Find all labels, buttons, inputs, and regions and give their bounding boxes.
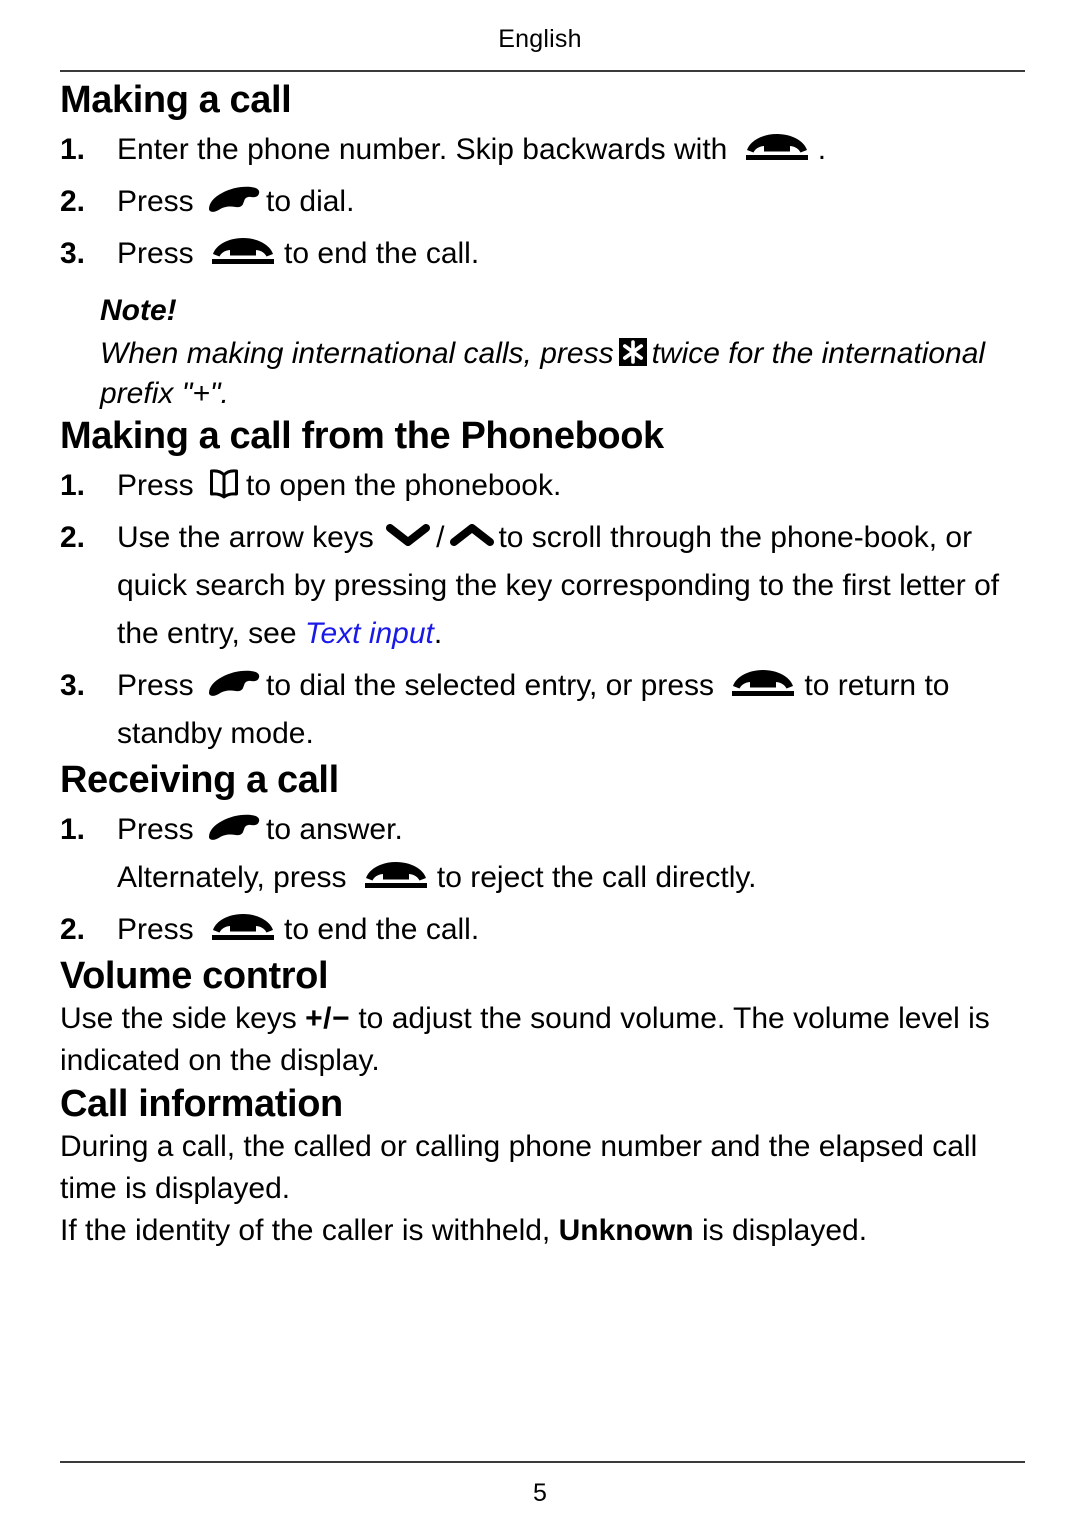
step-text: Enter the phone number. Skip backwards w…: [117, 133, 728, 166]
callinfo-text-before: If the identity of the caller is withhel…: [60, 1214, 551, 1247]
footer-divider: [60, 1461, 1025, 1463]
step-text-suffix: to open the phonebook.: [246, 469, 562, 502]
step-number: 1.: [60, 813, 86, 846]
call-information-paragraph-2: If the identity of the caller is withhel…: [60, 1210, 1028, 1252]
step-text: Use the arrow keys: [117, 521, 374, 554]
note-body: When making international calls, press tw…: [100, 334, 1000, 414]
chevron-up-icon: [450, 524, 495, 546]
step-number: 1.: [60, 133, 86, 166]
list-item: 2. Use the arrow keys / to scroll through…: [60, 514, 1028, 658]
section-title-making-a-call: Making a call: [60, 79, 292, 121]
step-text-suffix: to dial.: [266, 185, 355, 218]
manual-page: English Making a call 1. Enter the phone …: [0, 0, 1080, 1532]
page-header-language: English: [498, 25, 582, 53]
handset-on-hook-icon: [360, 860, 432, 890]
note-title: Note!: [100, 294, 177, 327]
steps-receiving-a-call: 1. Press to answer. Alternately, press to…: [60, 806, 1028, 954]
phonebook-icon: [207, 467, 241, 501]
unknown-label: Unknown: [558, 1214, 694, 1247]
step-number: 3.: [60, 669, 86, 702]
step-text-end: .: [433, 617, 443, 650]
icon-separator: /: [436, 521, 445, 554]
step-text: Press: [117, 813, 194, 846]
section-title-volume-control: Volume control: [60, 955, 329, 997]
list-item: 2. Press to dial.: [60, 178, 1028, 226]
list-item: 2. Press to end the call.: [60, 906, 1028, 954]
callinfo-text-after: is displayed.: [701, 1214, 868, 1247]
handset-off-hook-icon: [206, 185, 262, 215]
step-text: Press: [117, 469, 194, 502]
list-item: 1. Enter the phone number. Skip backwards…: [60, 126, 1028, 174]
step-subline: Alternately, press to reject the call di…: [117, 854, 1028, 902]
step-text-suffix: to end the call.: [284, 913, 480, 946]
step-text: Press: [117, 913, 194, 946]
handset-off-hook-icon: [206, 813, 262, 843]
volume-keys-label: +/−: [305, 1002, 350, 1035]
step-number: 1.: [60, 469, 86, 502]
header-divider: [60, 70, 1025, 72]
steps-phonebook: 1. Press to open the phonebook. 2. Use the…: [60, 462, 1028, 758]
handset-on-hook-icon: [741, 132, 813, 162]
volume-control-paragraph: Use the side keys +/− to adjust the soun…: [60, 998, 1028, 1082]
page-content: Making a call 1. Enter the phone number. …: [60, 78, 1028, 1252]
step-number: 2.: [60, 913, 86, 946]
handset-on-hook-icon: [207, 912, 279, 942]
step-number: 2.: [60, 185, 86, 218]
step-text-suffix: to end the call.: [284, 237, 480, 270]
step-text-mid: to dial the selected entry, or press: [266, 669, 715, 702]
volume-text-before: Use the side keys: [60, 1002, 297, 1035]
step-text: Press: [117, 237, 194, 270]
star-key-icon: [618, 337, 648, 367]
list-item: 1. Press to open the phonebook.: [60, 462, 1028, 510]
list-item: 1. Press to answer. Alternately, press to…: [60, 806, 1028, 902]
step-number: 3.: [60, 237, 86, 270]
note-text-before: When making international calls, press: [100, 337, 614, 370]
subline-text-before: Alternately, press: [117, 861, 347, 894]
list-item: 3. Press to end the call.: [60, 230, 1028, 278]
section-title-making-a-call-from-the-phonebook: Making a call from the Phonebook: [60, 415, 664, 457]
chevron-down-icon: [386, 524, 431, 546]
handset-on-hook-icon: [207, 236, 279, 266]
list-item: 3. Press to dial the selected entry, or p…: [60, 662, 1028, 758]
handset-off-hook-icon: [206, 669, 262, 699]
cross-reference-link-text-input[interactable]: Text input: [305, 617, 434, 650]
call-information-paragraph-1: During a call, the called or calling pho…: [60, 1130, 978, 1205]
section-title-receiving-a-call: Receiving a call: [60, 759, 339, 801]
step-text-suffix: to answer.: [266, 813, 403, 846]
step-number: 2.: [60, 521, 86, 554]
section-title-call-information: Call information: [60, 1083, 343, 1125]
steps-making-a-call: 1. Enter the phone number. Skip backwards…: [60, 126, 1028, 278]
subline-text-after: to reject the call directly.: [436, 861, 757, 894]
step-text: Press: [117, 669, 194, 702]
page-number: 5: [533, 1479, 547, 1507]
step-text-suffix: .: [817, 133, 827, 166]
note-block: Note! When making international calls, p…: [100, 292, 1000, 414]
step-text: Press: [117, 185, 194, 218]
handset-on-hook-icon: [727, 668, 799, 698]
